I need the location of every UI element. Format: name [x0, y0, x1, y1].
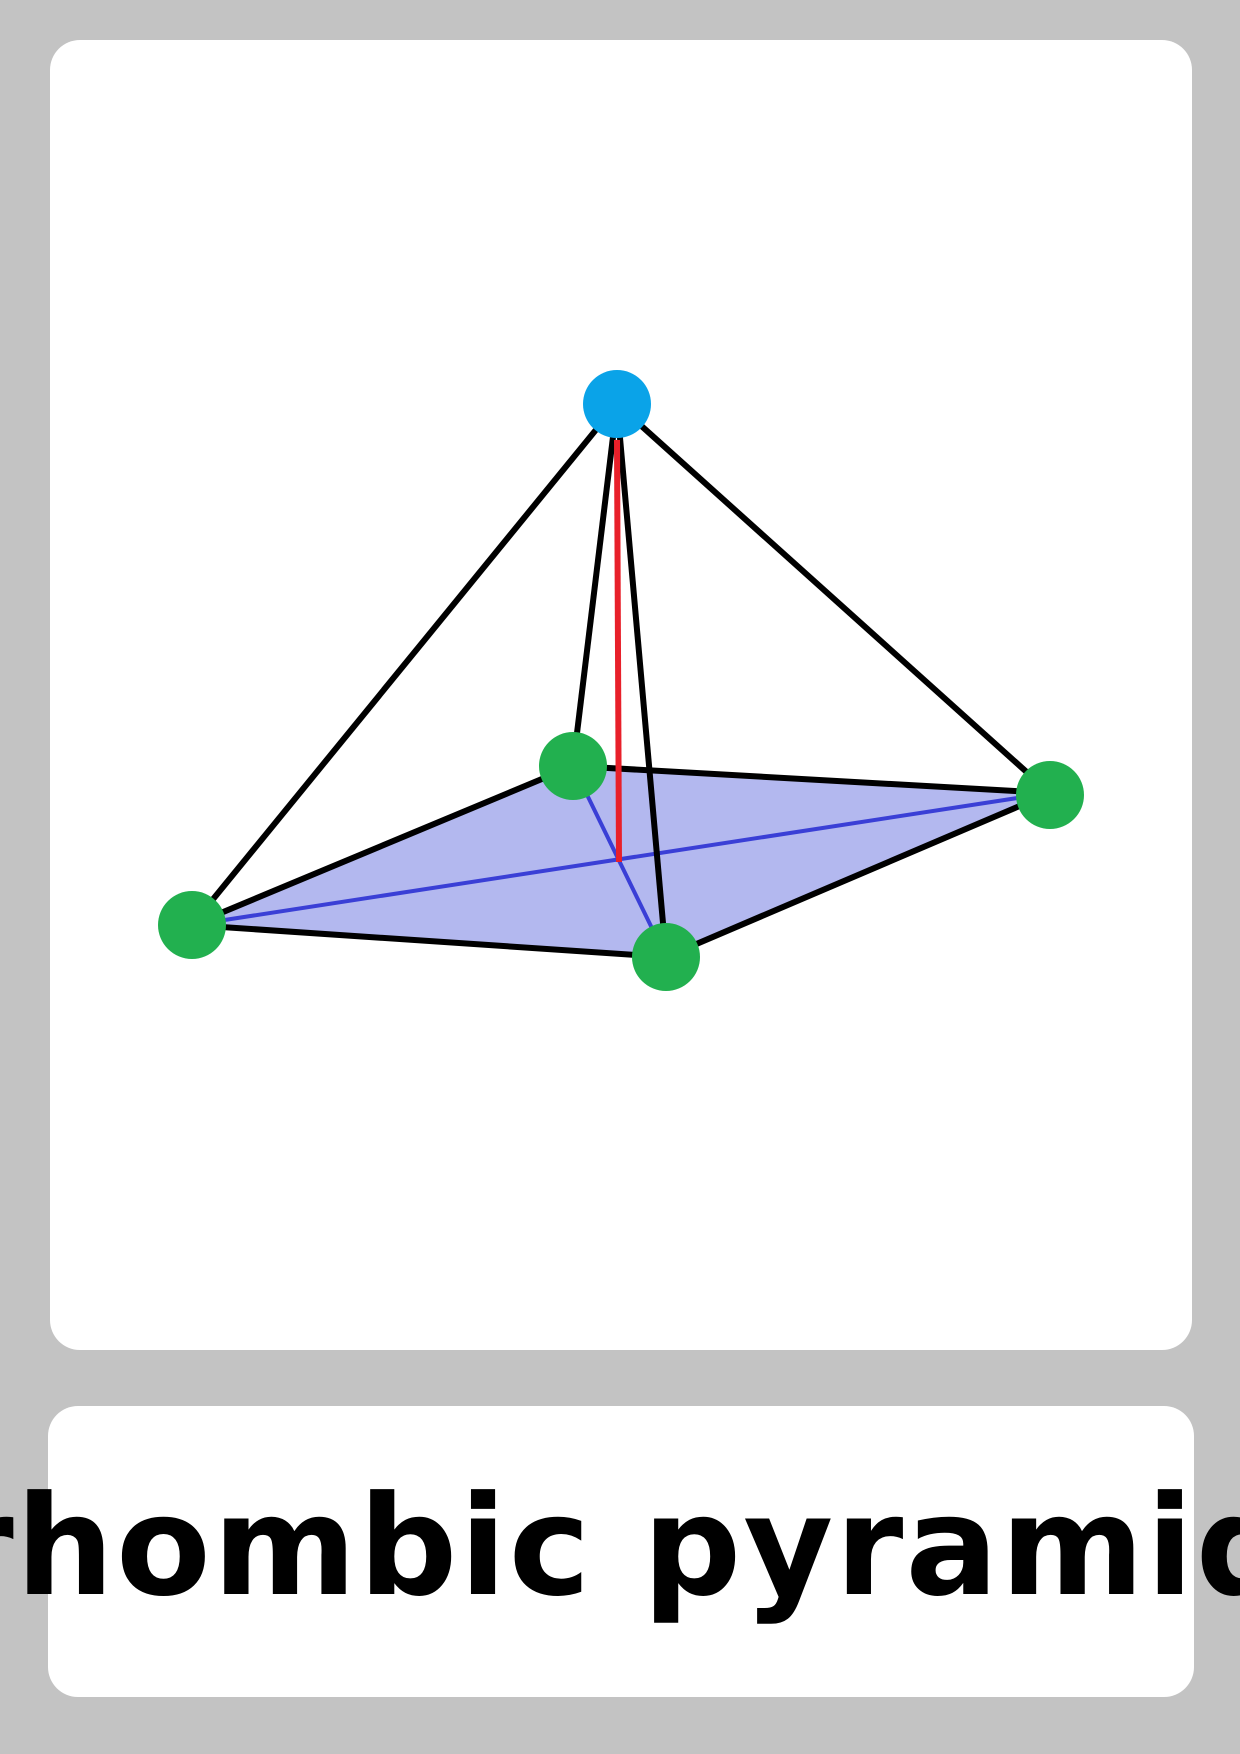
- apex-vertex: [583, 370, 651, 438]
- base-vertex-front: [632, 923, 700, 991]
- base-vertex-right: [1016, 761, 1084, 829]
- base-vertex-back: [539, 732, 607, 800]
- label-card: rhombic pyramid: [0, 1406, 1240, 1697]
- rhombic-pyramid-icon: [158, 370, 1084, 991]
- word-label: rhombic pyramid: [0, 1466, 1240, 1627]
- base-vertex-left: [158, 891, 226, 959]
- lateral-edge: [614, 401, 1053, 796]
- image-card: [50, 40, 1192, 1350]
- lateral-edge: [570, 403, 620, 767]
- height-line: [614, 439, 622, 863]
